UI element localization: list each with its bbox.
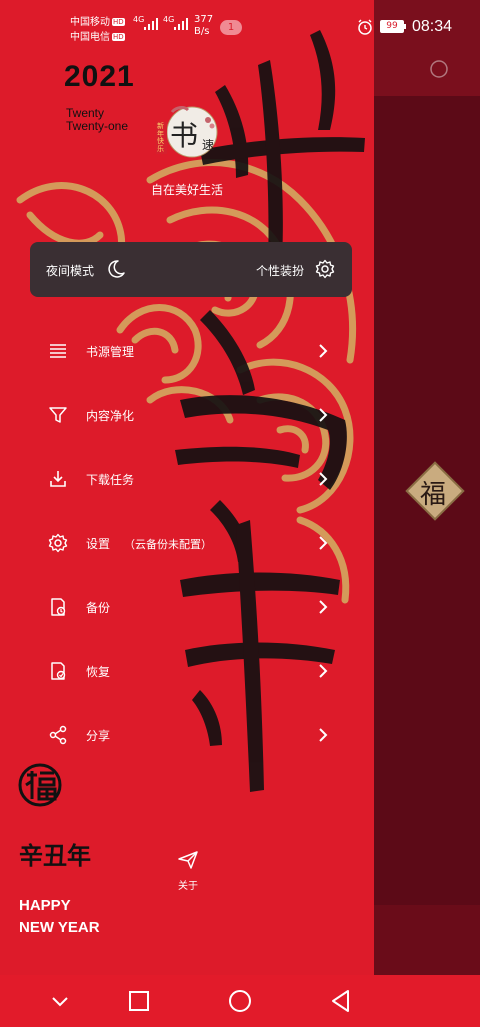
fu-seal-icon bbox=[18, 763, 62, 807]
hide-nav-icon[interactable] bbox=[47, 988, 73, 1014]
network-type-1: 4G bbox=[133, 15, 145, 24]
chevron-right-icon bbox=[319, 408, 328, 422]
status-time: 08:34 bbox=[412, 18, 453, 35]
year-words: Twenty Twenty-one bbox=[66, 106, 129, 133]
night-mode-label: 夜间模式 bbox=[46, 264, 95, 278]
menu-item-backup[interactable]: 备份 bbox=[40, 587, 340, 627]
chevron-right-icon bbox=[319, 600, 328, 614]
menu-item-content-purify[interactable]: 内容净化 bbox=[40, 395, 340, 435]
chevron-right-icon bbox=[319, 664, 328, 678]
fu-diamond-button[interactable]: 福 bbox=[404, 460, 466, 522]
network-speed: 377 B/s bbox=[194, 14, 214, 37]
theme-button[interactable]: 个性装扮 bbox=[230, 242, 352, 297]
ganzhi-year: 辛丑年 bbox=[19, 842, 91, 870]
night-mode-toggle[interactable]: 夜间模式 bbox=[30, 242, 180, 297]
chevron-right-icon bbox=[319, 472, 328, 486]
happy-new-year: HAPPY NEW YEAR bbox=[19, 897, 100, 936]
about-button[interactable]: 关于 bbox=[168, 849, 208, 895]
theme-label: 个性装扮 bbox=[256, 264, 305, 278]
status-bar: 中国移动 HD 中国电信 HD 4G 4G 377 B/s 1 99 08:34 bbox=[0, 0, 480, 50]
year-title: 2021 bbox=[64, 60, 135, 93]
notification-badge: 1 bbox=[220, 20, 242, 35]
menu-item-source-management[interactable]: 书源管理 bbox=[40, 331, 340, 371]
menu-label: 恢复 bbox=[86, 665, 111, 679]
send-icon bbox=[178, 851, 198, 869]
filter-icon bbox=[49, 407, 67, 423]
menu-label: 分享 bbox=[86, 729, 111, 743]
search-icon bbox=[430, 60, 448, 78]
signal-icon-1 bbox=[144, 18, 158, 30]
menu-label: 内容净化 bbox=[86, 409, 135, 423]
download-icon bbox=[50, 471, 66, 487]
app-logo[interactable]: 书 速 新年快乐 bbox=[152, 104, 222, 160]
menu-item-settings[interactable]: 设置 （云备份未配置） bbox=[40, 523, 340, 563]
backup-icon bbox=[51, 598, 66, 616]
signal-icon-2 bbox=[174, 18, 188, 30]
moon-icon bbox=[108, 260, 125, 278]
battery-tip bbox=[404, 24, 406, 29]
menu-item-share[interactable]: 分享 bbox=[40, 715, 340, 755]
home-button[interactable] bbox=[227, 988, 253, 1014]
back-button[interactable] bbox=[328, 988, 354, 1014]
logo-char-shu: 书 bbox=[170, 119, 199, 152]
logo-char-su: 速 bbox=[202, 138, 215, 152]
fu-character: 福 bbox=[420, 480, 447, 510]
chevron-right-icon bbox=[319, 344, 328, 358]
slogan: 自在美好生活 bbox=[150, 183, 223, 197]
network-type-2: 4G bbox=[163, 15, 175, 24]
menu-label: 书源管理 bbox=[86, 345, 135, 359]
carrier-1: 中国移动 HD bbox=[70, 17, 125, 28]
menu-label: 下载任务 bbox=[86, 473, 135, 487]
menu-label: 设置 （云备份未配置） bbox=[86, 537, 213, 551]
about-label: 关于 bbox=[178, 881, 198, 892]
logo-seal: 新年快乐 bbox=[157, 122, 164, 153]
battery-indicator: 99 bbox=[380, 20, 404, 33]
menu-item-download-tasks[interactable]: 下载任务 bbox=[40, 459, 340, 499]
recent-apps-button[interactable] bbox=[126, 988, 152, 1014]
menu-label: 备份 bbox=[86, 601, 111, 615]
alarm-icon bbox=[358, 19, 372, 35]
mode-card: 夜间模式 个性装扮 bbox=[30, 242, 352, 297]
list-icon bbox=[50, 344, 66, 358]
restore-icon bbox=[51, 662, 66, 680]
chevron-right-icon bbox=[319, 536, 328, 550]
share-icon bbox=[49, 725, 67, 745]
gear-icon bbox=[315, 259, 335, 279]
carrier-2: 中国电信 HD bbox=[70, 32, 125, 43]
menu-item-restore[interactable]: 恢复 bbox=[40, 651, 340, 691]
chevron-right-icon bbox=[319, 728, 328, 742]
cloud-backup-status: （云备份未配置） bbox=[124, 538, 213, 551]
scrim-bottom-band bbox=[374, 905, 480, 975]
gear-icon bbox=[48, 533, 68, 553]
